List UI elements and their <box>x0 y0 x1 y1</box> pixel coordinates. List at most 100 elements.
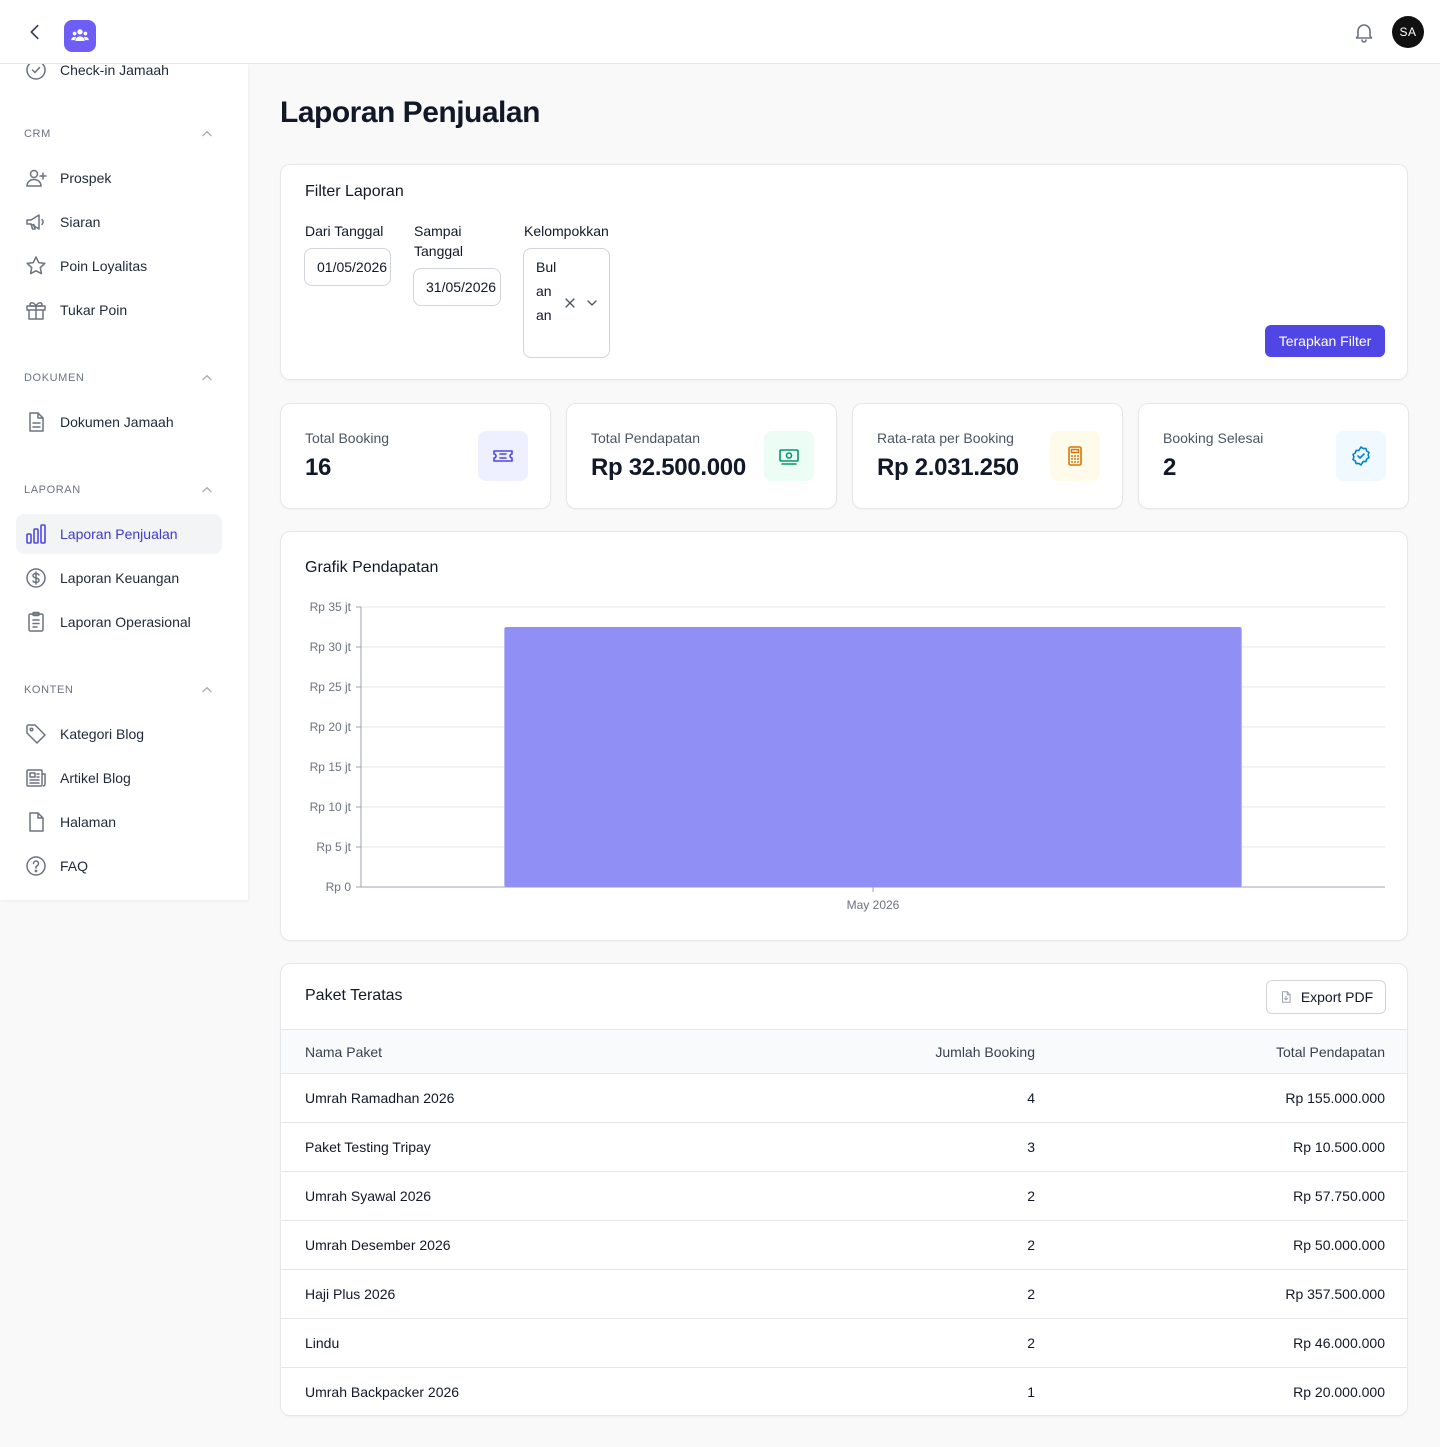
y-tick-label: Rp 25 jt <box>310 680 352 694</box>
stat-label: Total Pendapatan <box>591 430 700 446</box>
sidebar-item-siaran[interactable]: Siaran <box>16 202 222 242</box>
chevron-up-icon <box>200 371 214 385</box>
sidebar-item-tukar-poin[interactable]: Tukar Poin <box>16 290 222 330</box>
filter-card: Filter Laporan Dari Tanggal 01/05/2026 S… <box>280 164 1408 380</box>
sidebar-item-halaman[interactable]: Halaman <box>16 802 222 842</box>
sidebar-item-kategori-blog[interactable]: Kategori Blog <box>16 714 222 754</box>
booking-count: 4 <box>1027 1090 1035 1106</box>
sidebar-item-label: Check-in Jamaah <box>60 64 169 78</box>
group-by-label: Kelompokkan <box>524 223 609 239</box>
stat-label: Booking Selesai <box>1163 430 1264 446</box>
sidebar-item-label: Laporan Keuangan <box>60 570 180 586</box>
filter-title: Filter Laporan <box>305 183 404 200</box>
section-dokumen-toggle[interactable]: DOKUMEN <box>24 368 214 388</box>
table-row: Umrah Desember 2026 2 Rp 50.000.000 <box>281 1220 1407 1269</box>
sidebar-item-laporan-penjualan[interactable]: Laporan Penjualan <box>16 514 222 554</box>
booking-count: 2 <box>1027 1188 1035 1204</box>
package-name: Umrah Syawal 2026 <box>305 1188 432 1204</box>
group-by-select[interactable]: Bulanan <box>523 248 610 358</box>
from-date-label: Dari Tanggal <box>305 223 384 239</box>
section-laporan-toggle[interactable]: LAPORAN <box>24 480 214 500</box>
y-tick-label: Rp 5 jt <box>316 840 351 854</box>
bar-chart-icon <box>24 522 48 546</box>
table-row: Paket Testing Tripay 3 Rp 10.500.000 <box>281 1122 1407 1171</box>
sidebar-item-dokumen-jamaah[interactable]: Dokumen Jamaah <box>16 402 222 442</box>
apply-filter-button[interactable]: Terapkan Filter <box>1265 325 1385 357</box>
booking-count: 2 <box>1027 1335 1035 1351</box>
notifications-button[interactable] <box>1352 20 1376 44</box>
section-konten-toggle[interactable]: KONTEN <box>24 680 214 700</box>
sidebar-item-label: Siaran <box>60 214 101 230</box>
package-revenue: Rp 20.000.000 <box>1293 1384 1385 1400</box>
sidebar-item-poin-loyalitas[interactable]: Poin Loyalitas <box>16 246 222 286</box>
booking-count: 1 <box>1027 1384 1035 1400</box>
stat-label: Total Booking <box>305 430 390 446</box>
sidebar-item-artikel-blog[interactable]: Artikel Blog <box>16 758 222 798</box>
megaphone-icon <box>24 210 48 234</box>
page-title: Laporan Penjualan <box>280 96 540 129</box>
export-pdf-button[interactable]: Export PDF <box>1266 980 1386 1014</box>
sidebar-item-faq[interactable]: FAQ <box>16 846 222 886</box>
sidebar-item-label: FAQ <box>60 858 89 874</box>
package-name: Umrah Desember 2026 <box>305 1237 451 1253</box>
package-revenue: Rp 10.500.000 <box>1293 1139 1385 1155</box>
chevron-up-icon <box>200 127 214 141</box>
revenue-bar <box>504 627 1242 887</box>
users-icon <box>71 29 89 41</box>
top-bar: SA <box>0 0 1440 64</box>
package-revenue: Rp 50.000.000 <box>1293 1237 1385 1253</box>
bell-icon <box>1355 24 1373 43</box>
section-title: DOKUMEN <box>24 372 85 384</box>
to-date-label: Sampai Tanggal <box>414 223 464 259</box>
export-pdf-label: Export PDF <box>1300 989 1374 1005</box>
section-crm-toggle[interactable]: CRM <box>24 124 214 144</box>
sidebar-item-label: Laporan Penjualan <box>60 526 178 542</box>
y-tick-label: Rp 0 <box>326 880 352 894</box>
clear-icon[interactable] <box>562 295 578 311</box>
package-name: Umrah Backpacker 2026 <box>305 1384 460 1400</box>
col-header-jumlah-booking[interactable]: Jumlah Booking <box>935 1042 1035 1062</box>
check-badge-icon <box>1336 431 1386 481</box>
x-tick-label: May 2026 <box>847 898 900 912</box>
sidebar-item-laporan-operasional[interactable]: Laporan Operasional <box>16 602 222 642</box>
to-date-input[interactable]: 31/05/2026 <box>413 268 501 306</box>
sidebar-item-check-in-jamaah[interactable]: Check-in Jamaah <box>16 64 222 90</box>
group-by-value: Bulanan <box>536 259 557 323</box>
col-header-total-pendapatan[interactable]: Total Pendapatan <box>1276 1042 1385 1062</box>
back-button[interactable] <box>24 20 46 44</box>
sidebar-item-label: Prospek <box>60 170 112 186</box>
section-title: CRM <box>24 128 51 140</box>
sidebar: Check-in Jamaah CRM Prospek Siaran Poin … <box>0 64 248 900</box>
gift-icon <box>24 298 48 322</box>
sidebar-item-laporan-keuangan[interactable]: Laporan Keuangan <box>16 558 222 598</box>
top-packages-card: Paket Teratas Export PDF Nama Paket Juml… <box>280 963 1408 1416</box>
package-name: Lindu <box>305 1335 340 1351</box>
user-plus-icon <box>24 166 48 190</box>
star-icon <box>24 254 48 278</box>
document-text-icon <box>24 410 48 434</box>
package-revenue: Rp 57.750.000 <box>1293 1188 1385 1204</box>
table-row: Umrah Ramadhan 2026 4 Rp 155.000.000 <box>281 1073 1407 1122</box>
document-download-icon <box>1279 990 1293 1004</box>
table-row: Haji Plus 2026 2 Rp 357.500.000 <box>281 1269 1407 1318</box>
user-avatar[interactable]: SA <box>1392 16 1424 48</box>
ticket-icon <box>478 431 528 481</box>
sidebar-item-label: Laporan Operasional <box>60 614 191 630</box>
from-date-input[interactable]: 01/05/2026 <box>304 248 391 286</box>
y-tick-label: Rp 15 jt <box>310 760 352 774</box>
app-logo[interactable] <box>64 20 96 52</box>
package-name: Haji Plus 2026 <box>305 1286 396 1302</box>
sidebar-item-label: Tukar Poin <box>60 302 128 318</box>
stat-card-rata-rata: Rata-rata per Booking Rp 2.031.250 <box>852 403 1123 509</box>
col-header-nama-paket[interactable]: Nama Paket <box>305 1042 382 1062</box>
stat-label: Rata-rata per Booking <box>877 430 1014 446</box>
booking-count: 2 <box>1027 1237 1035 1253</box>
table-header: Nama Paket Jumlah Booking Total Pendapat… <box>281 1029 1407 1073</box>
sidebar-item-prospek[interactable]: Prospek <box>16 158 222 198</box>
stat-value: Rp 32.500.000 <box>591 454 746 481</box>
stat-card-total-pendapatan: Total Pendapatan Rp 32.500.000 <box>566 403 837 509</box>
chevron-up-icon <box>200 483 214 497</box>
document-icon <box>24 810 48 834</box>
package-name: Paket Testing Tripay <box>305 1139 431 1155</box>
check-circle-icon <box>24 64 48 82</box>
